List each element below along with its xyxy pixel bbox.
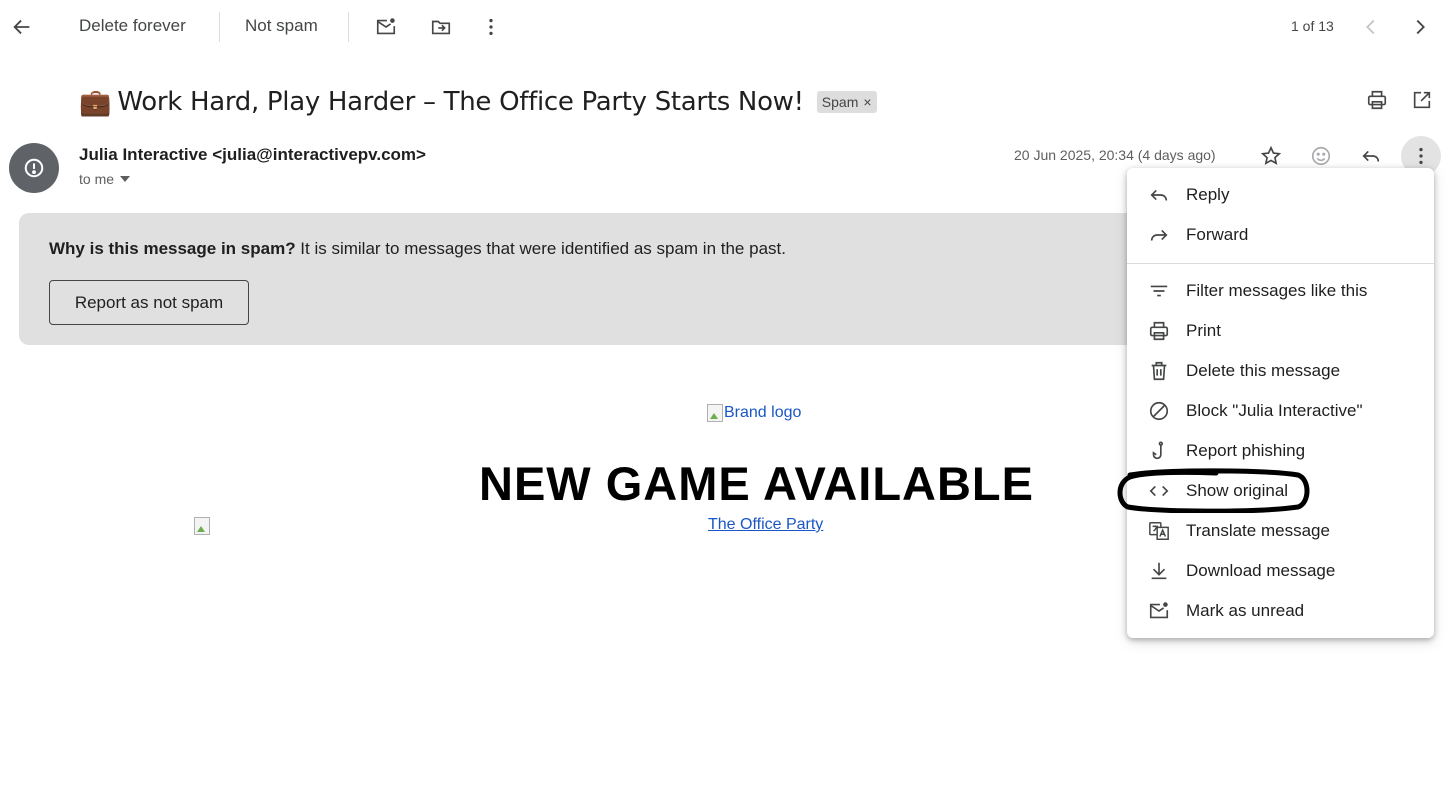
office-party-link[interactable]: The Office Party	[708, 516, 823, 534]
menu-item-label: Report phishing	[1186, 441, 1306, 460]
open-new-window-button[interactable]	[1402, 80, 1442, 120]
more-vert-icon	[489, 18, 493, 36]
menu-item-label: Filter messages like this	[1186, 281, 1368, 300]
toolbar-divider	[348, 12, 349, 42]
spam-explanation: It is similar to messages that were iden…	[295, 239, 786, 258]
to-me-label: to me	[79, 171, 115, 187]
forward-icon	[1150, 229, 1168, 241]
menu-item-filter[interactable]: Filter messages like this	[1127, 271, 1434, 311]
briefcase-icon: 💼	[79, 87, 112, 117]
remove-label-icon[interactable]: ×	[863, 94, 871, 110]
brand-logo-image[interactable]: Brand logo	[707, 404, 801, 422]
menu-item-translate[interactable]: Translate message	[1127, 511, 1434, 551]
mark-unread-icon	[376, 18, 396, 35]
message-date: 20 Jun 2025, 20:34 (4 days ago)	[1014, 147, 1216, 163]
back-button[interactable]	[2, 7, 42, 47]
brand-logo-alt-text: Brand logo	[724, 404, 802, 421]
chevron-right-icon	[1416, 19, 1425, 35]
print-all-button[interactable]	[1357, 80, 1397, 120]
print-icon	[1149, 321, 1169, 341]
arrow-back-icon	[13, 19, 30, 35]
report-not-spam-button[interactable]: Report as not spam	[49, 280, 249, 325]
toolbar: Delete forever Not spam 1 of 13	[0, 0, 1455, 56]
menu-item-mark-unread[interactable]: Mark as unread	[1127, 591, 1434, 631]
avatar[interactable]	[9, 143, 59, 193]
print-icon	[1367, 90, 1387, 110]
move-to-button[interactable]	[421, 7, 461, 47]
menu-item-reply[interactable]: Reply	[1127, 175, 1434, 215]
menu-item-label: Mark as unread	[1186, 601, 1305, 620]
menu-item-show-original[interactable]: Show original	[1127, 471, 1434, 511]
menu-item-block-sender[interactable]: Block "Julia Interactive"	[1127, 391, 1434, 431]
spam-reason-text: Why is this message in spam? It is simil…	[49, 239, 786, 259]
menu-divider	[1127, 263, 1434, 264]
more-actions-button[interactable]	[471, 7, 511, 47]
menu-item-label: Download message	[1186, 561, 1336, 580]
toolbar-divider	[219, 12, 220, 42]
menu-item-label: Translate message	[1186, 521, 1330, 540]
move-to-folder-icon	[431, 20, 451, 35]
mark-unread-icon	[1149, 602, 1169, 619]
sender-name-email[interactable]: Julia Interactive <julia@interactivepv.c…	[79, 145, 426, 165]
menu-item-label: Print	[1186, 321, 1221, 340]
warning-circle-icon	[24, 158, 44, 178]
block-icon	[1149, 401, 1169, 421]
chevron-left-icon	[1366, 19, 1375, 35]
older-button[interactable]	[1400, 7, 1440, 47]
trash-icon	[1151, 361, 1167, 381]
more-vert-icon	[1419, 147, 1423, 165]
email-subject: Work Hard, Play Harder – The Office Part…	[117, 87, 804, 117]
reply-icon	[1362, 150, 1380, 162]
not-spam-button[interactable]: Not spam	[245, 16, 318, 36]
code-icon	[1149, 485, 1169, 497]
pager-count: 1 of 13	[1291, 18, 1334, 34]
message-actions-menu: Reply Forward Filter messages like this …	[1127, 168, 1434, 638]
spam-label-text: Spam	[821, 94, 859, 110]
recipient-details-toggle[interactable]: to me	[79, 171, 131, 187]
menu-item-label: Forward	[1186, 225, 1249, 244]
spam-warning-banner: Why is this message in spam? It is simil…	[19, 213, 1219, 345]
mark-unread-button[interactable]	[366, 7, 406, 47]
broken-image-icon	[194, 517, 211, 540]
download-icon	[1151, 562, 1167, 580]
caret-down-icon	[120, 176, 131, 182]
menu-item-download[interactable]: Download message	[1127, 551, 1434, 591]
menu-item-report-phishing[interactable]: Report phishing	[1127, 431, 1434, 471]
spam-question: Why is this message in spam?	[49, 239, 296, 258]
menu-item-forward[interactable]: Forward	[1127, 215, 1434, 255]
broken-image-icon	[707, 404, 723, 422]
newer-button[interactable]	[1351, 7, 1391, 47]
delete-forever-button[interactable]: Delete forever	[79, 16, 186, 36]
reply-icon	[1150, 189, 1168, 201]
menu-item-label: Delete this message	[1186, 361, 1341, 380]
menu-item-delete[interactable]: Delete this message	[1127, 351, 1434, 391]
open-in-new-icon	[1413, 91, 1431, 109]
filter-icon	[1150, 285, 1168, 297]
spam-label-chip[interactable]: Spam ×	[816, 91, 877, 113]
translate-icon	[1149, 522, 1169, 540]
menu-item-label: Reply	[1186, 185, 1230, 204]
menu-item-label: Show original	[1186, 481, 1289, 500]
star-icon	[1260, 145, 1282, 165]
subject-row: 💼 Work Hard, Play Harder – The Office Pa…	[79, 82, 877, 122]
emoji-reaction-icon	[1311, 146, 1331, 166]
menu-item-print[interactable]: Print	[1127, 311, 1434, 351]
menu-item-label: Block "Julia Interactive"	[1186, 401, 1363, 420]
phishing-hook-icon	[1152, 441, 1164, 460]
